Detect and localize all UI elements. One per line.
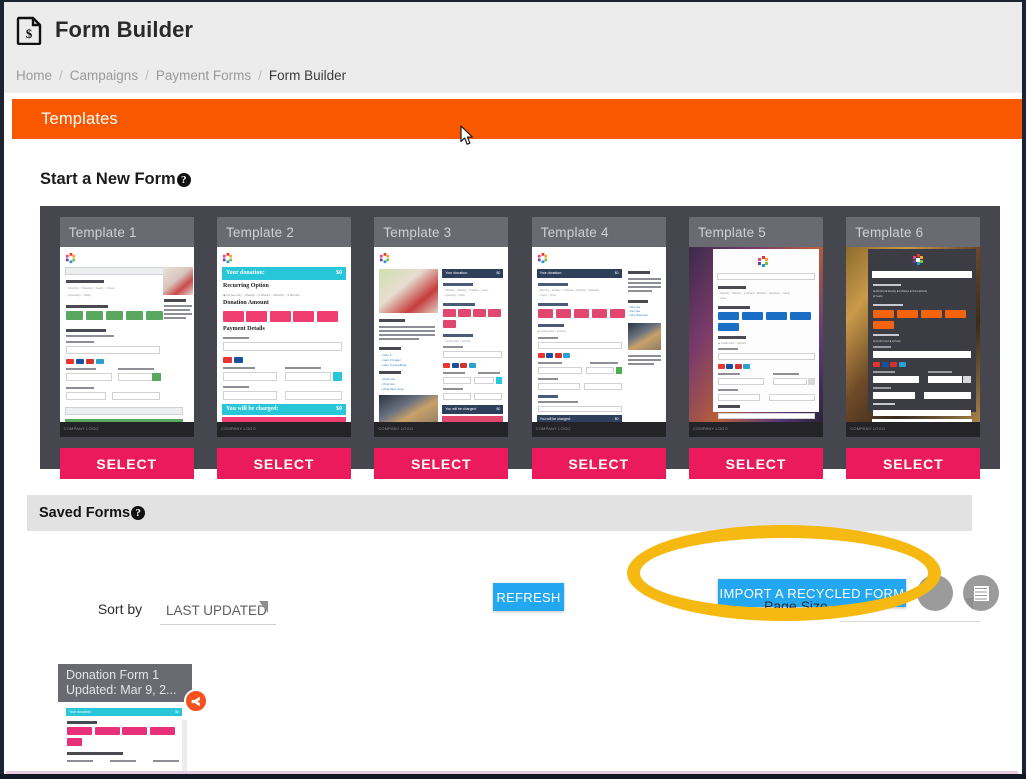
template-card[interactable]: Template 3 • Item 1 • Item 2 longer • It… bbox=[374, 217, 509, 479]
template-footer-text: COMPANY LOGO bbox=[63, 426, 99, 431]
breadcrumb-item-home[interactable]: Home bbox=[16, 68, 52, 83]
template-footer-text: COMPANY LOGO bbox=[850, 426, 886, 431]
template-footer: COMPANY LOGO bbox=[531, 422, 666, 437]
template-thumbnail: • Item 1 • Item 2 longer • Item 3 somethin… bbox=[374, 247, 509, 422]
pinwheel-logo-icon bbox=[65, 251, 76, 264]
pinwheel-logo-icon bbox=[379, 251, 390, 264]
template-footer-text: COMPANY LOGO bbox=[535, 426, 571, 431]
saved-form-card-header: Donation Form 1 Updated: Mar 9, 2... bbox=[58, 664, 192, 702]
start-a-new-form-heading: Start a New Form ? bbox=[40, 170, 191, 189]
application-window: $ Form Builder Home / Campaigns / Paymen… bbox=[4, 2, 1022, 774]
template-footer-text: COMPANY LOGO bbox=[220, 426, 256, 431]
template-footer: COMPANY LOGO bbox=[59, 422, 194, 437]
template-thumbnail: Your donation: $0 Recurring Option ◉ No f… bbox=[216, 247, 351, 422]
templates-section-bar: Templates bbox=[12, 99, 1022, 139]
page-size-select[interactable] bbox=[840, 594, 980, 622]
refresh-button[interactable]: REFRESH bbox=[493, 583, 564, 611]
saved-forms-heading: Saved Forms ? bbox=[39, 505, 146, 521]
template-card-title: Template 3 bbox=[383, 224, 452, 240]
page-title: Form Builder bbox=[55, 17, 194, 42]
template-thumbnail: ○ Monthly ○ Weekly ○ Yearly ○ Once ○ Qua… bbox=[59, 247, 194, 422]
template-card-header: Template 4 bbox=[531, 217, 666, 247]
breadcrumb-item-form-builder[interactable]: Form Builder bbox=[269, 68, 346, 83]
template-card-title: Template 6 bbox=[855, 224, 924, 240]
chevron-down-icon[interactable] bbox=[259, 601, 268, 613]
template-footer: COMPANY LOGO bbox=[216, 422, 351, 437]
saved-forms-section-bar: Saved Forms ? bbox=[27, 495, 972, 531]
template-thumbnail: Your donation: $0 ○ Monthly ○ Weekly ○ 2… bbox=[531, 247, 666, 422]
template-card-row: Template 1 ○ Monthly ○ Weekly ○ Yearly ○… bbox=[40, 206, 1000, 479]
breadcrumb-item-campaigns[interactable]: Campaigns bbox=[70, 68, 138, 83]
select-template-button[interactable]: SELECT bbox=[846, 448, 981, 479]
breadcrumb: Home / Campaigns / Payment Forms / Form … bbox=[4, 58, 1022, 93]
template-footer: COMPANY LOGO bbox=[374, 422, 509, 437]
saved-forms-label: Saved Forms bbox=[39, 505, 131, 521]
template-card-header: Template 1 bbox=[59, 217, 194, 247]
template-thumbnail: ■ Monthly ■ Weekly ■ 2 Weeks ■ Once ■ Da… bbox=[846, 247, 981, 422]
saved-form-card[interactable]: Donation Form 1 Updated: Mar 9, 2... You… bbox=[58, 664, 208, 774]
saved-form-updated: Updated: Mar 9, 2... bbox=[66, 683, 177, 697]
breadcrumb-separator: / bbox=[145, 68, 149, 83]
window-bottom-edge bbox=[0, 774, 1026, 779]
template-footer: COMPANY LOGO bbox=[846, 422, 981, 437]
select-template-button[interactable]: SELECT bbox=[216, 448, 351, 479]
chevron-down-icon[interactable] bbox=[964, 598, 973, 610]
template-card-title: Template 2 bbox=[225, 224, 295, 240]
template-footer: COMPANY LOGO bbox=[688, 422, 823, 437]
saved-form-title: Donation Form 1 bbox=[66, 668, 160, 682]
saved-forms-controls: Sort by LAST UPDATED REFRESH IMPORT A RE… bbox=[12, 539, 1022, 639]
template-card[interactable]: Template 5 ○ Monthly ○ Weekly ○ 2 Weeks … bbox=[688, 217, 823, 479]
pinwheel-logo-icon bbox=[537, 251, 548, 264]
document-dollar-icon: $ bbox=[16, 16, 43, 45]
select-template-button[interactable]: SELECT bbox=[374, 448, 509, 479]
breadcrumb-separator: / bbox=[59, 68, 63, 83]
saved-form-thumbnail: Your donation: $0 bbox=[58, 702, 192, 774]
pinwheel-logo-icon bbox=[222, 251, 233, 264]
templates-section-title: Templates bbox=[41, 109, 119, 128]
templates-panel: Template 1 ○ Monthly ○ Weekly ○ Yearly ○… bbox=[40, 206, 1000, 479]
template-card[interactable]: Template 1 ○ Monthly ○ Weekly ○ Yearly ○… bbox=[59, 217, 194, 479]
template-footer-text: COMPANY LOGO bbox=[692, 426, 728, 431]
sort-by-label: Sort by bbox=[97, 601, 143, 617]
template-card[interactable]: Template 6 ■ Monthly ■ Weekly ■ 2 Weeks … bbox=[846, 217, 981, 479]
template-card[interactable]: Template 4 Your donation: $0 ○ Monthly ○… bbox=[531, 217, 666, 479]
template-footer-text: COMPANY LOGO bbox=[378, 426, 414, 431]
start-a-new-form-label: Start a New Form bbox=[40, 170, 176, 188]
pinwheel-logo-icon bbox=[912, 253, 924, 265]
select-template-button[interactable]: SELECT bbox=[59, 448, 194, 479]
template-card-title: Template 4 bbox=[540, 224, 609, 240]
template-card-header: Template 2 bbox=[216, 217, 351, 247]
template-card-title: Template 1 bbox=[68, 224, 137, 240]
main-content: Start a New Form ? Template 1 ○ Monthly … bbox=[12, 139, 1022, 774]
help-icon[interactable]: ? bbox=[131, 506, 146, 520]
template-card-title: Template 5 bbox=[697, 224, 767, 240]
template-card-header: Template 5 bbox=[688, 217, 823, 247]
help-icon[interactable]: ? bbox=[176, 172, 191, 187]
select-template-button[interactable]: SELECT bbox=[531, 448, 666, 479]
template-thumbnail: ○ Monthly ○ Weekly ○ 2 Weeks ○ Monthly ○… bbox=[688, 247, 823, 422]
svg-text:$: $ bbox=[26, 26, 33, 41]
megaphone-icon[interactable] bbox=[184, 689, 208, 713]
template-card-header: Template 6 bbox=[846, 217, 981, 247]
pinwheel-logo-icon bbox=[757, 255, 769, 267]
select-template-button[interactable]: SELECT bbox=[688, 448, 823, 479]
page-header: $ Form Builder bbox=[4, 2, 1022, 58]
page-size-label: Page Size bbox=[764, 598, 828, 614]
template-card-header: Template 3 bbox=[374, 217, 509, 247]
breadcrumb-item-payment-forms[interactable]: Payment Forms bbox=[156, 68, 251, 83]
breadcrumb-separator: / bbox=[258, 68, 262, 83]
template-card[interactable]: Template 2 Your donation: $0 Recurring O… bbox=[216, 217, 351, 479]
